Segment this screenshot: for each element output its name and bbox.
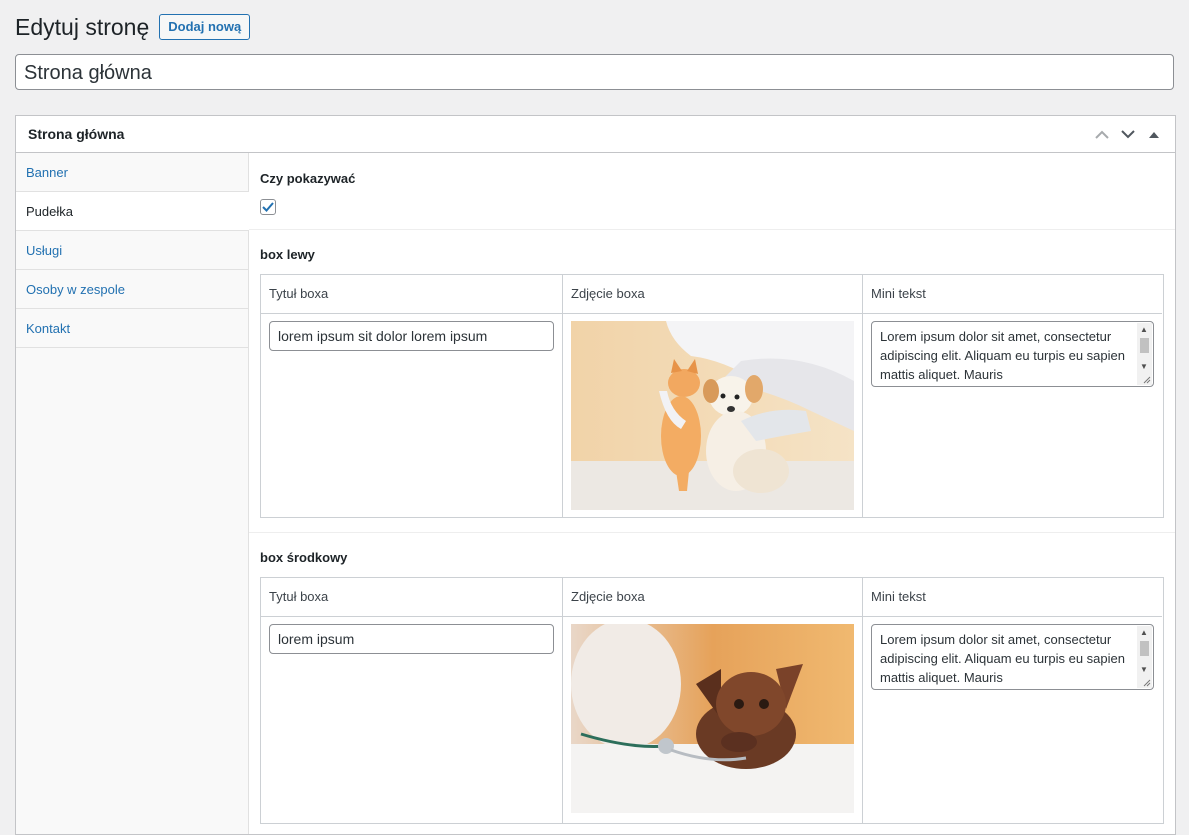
box-group-middle: box środkowy Tytuł boxa lorem ipsum Zdję…: [249, 533, 1175, 824]
show-field: Czy pokazywać: [249, 153, 1175, 230]
tab-content: Czy pokazywać box lewy Tytuł boxa lorem …: [249, 153, 1175, 834]
group-label: box lewy: [260, 247, 315, 262]
tab-kontakt[interactable]: Kontakt: [16, 309, 248, 348]
title-column: Tytuł boxa lorem ipsum: [261, 578, 563, 823]
title-column: Tytuł boxa lorem ipsum sit dolor lorem i…: [261, 275, 563, 517]
show-checkbox[interactable]: [260, 199, 276, 215]
scroll-up-icon[interactable]: ▲: [1140, 629, 1148, 637]
scroll-thumb[interactable]: [1140, 338, 1149, 353]
checkmark-icon: [262, 202, 274, 212]
column-header-title: Tytuł boxa: [261, 275, 562, 314]
resize-handle-icon[interactable]: [1143, 376, 1151, 384]
column-header-title: Tytuł boxa: [261, 578, 562, 617]
photo-column: Zdjęcie boxa: [563, 275, 863, 517]
scroll-thumb[interactable]: [1140, 641, 1149, 656]
add-new-button[interactable]: Dodaj nową: [159, 14, 251, 40]
mini-text-value: Lorem ipsum dolor sit amet, consectetur …: [880, 329, 1125, 382]
column-header-text: Mini tekst: [863, 275, 1162, 314]
scroll-up-icon[interactable]: ▲: [1140, 326, 1148, 334]
column-header-photo: Zdjęcie boxa: [563, 275, 862, 314]
text-column: Mini tekst Lorem ipsum dolor sit amet, c…: [863, 578, 1162, 823]
column-header-text: Mini tekst: [863, 578, 1162, 617]
box-title-input[interactable]: lorem ipsum sit dolor lorem ipsum: [269, 321, 554, 351]
page-title: Edytuj stronę: [15, 14, 150, 40]
column-header-photo: Zdjęcie boxa: [563, 578, 862, 617]
show-field-label: Czy pokazywać: [260, 171, 356, 186]
kitten-and-puppy-photo[interactable]: [571, 321, 854, 510]
group-label: box środkowy: [260, 550, 348, 565]
metabox-header: Strona główna: [16, 116, 1175, 153]
metabox-title: Strona główna: [28, 126, 125, 142]
resize-handle-icon[interactable]: [1143, 679, 1151, 687]
mini-text-textarea[interactable]: Lorem ipsum dolor sit amet, consectetur …: [871, 624, 1154, 690]
tab-pudelka[interactable]: Pudełka: [16, 192, 249, 231]
photo-column: Zdjęcie boxa: [563, 578, 863, 823]
mini-text-value: Lorem ipsum dolor sit amet, consectetur …: [880, 632, 1125, 685]
tab-banner[interactable]: Banner: [16, 153, 248, 192]
repeater-table: Tytuł boxa lorem ipsum Zdjęcie boxa Mini…: [260, 577, 1164, 824]
page-header: Edytuj stronę Dodaj nową: [15, 12, 251, 42]
collapse-toggle-icon[interactable]: [1145, 125, 1163, 143]
move-up-icon[interactable]: [1093, 125, 1111, 143]
metabox-body: Banner Pudełka Usługi Osoby w zespole Ko…: [16, 153, 1175, 834]
post-title-input[interactable]: Strona główna: [15, 54, 1174, 90]
text-column: Mini tekst Lorem ipsum dolor sit amet, c…: [863, 275, 1162, 517]
box-group-left: box lewy Tytuł boxa lorem ipsum sit dolo…: [249, 230, 1175, 533]
box-title-input[interactable]: lorem ipsum: [269, 624, 554, 654]
scroll-down-icon[interactable]: ▼: [1140, 363, 1148, 371]
mini-text-textarea[interactable]: Lorem ipsum dolor sit amet, consectetur …: [871, 321, 1154, 387]
metabox-controls: [1093, 125, 1163, 143]
repeater-table: Tytuł boxa lorem ipsum sit dolor lorem i…: [260, 274, 1164, 518]
tab-uslugi[interactable]: Usługi: [16, 231, 248, 270]
metabox: Strona główna Banner Pudełka Usługi Osob…: [15, 115, 1176, 835]
tab-list: Banner Pudełka Usługi Osoby w zespole Ko…: [16, 153, 249, 834]
move-down-icon[interactable]: [1119, 125, 1137, 143]
puppy-with-stethoscope-photo[interactable]: [571, 624, 854, 813]
scroll-down-icon[interactable]: ▼: [1140, 666, 1148, 674]
tab-osoby-w-zespole[interactable]: Osoby w zespole: [16, 270, 248, 309]
